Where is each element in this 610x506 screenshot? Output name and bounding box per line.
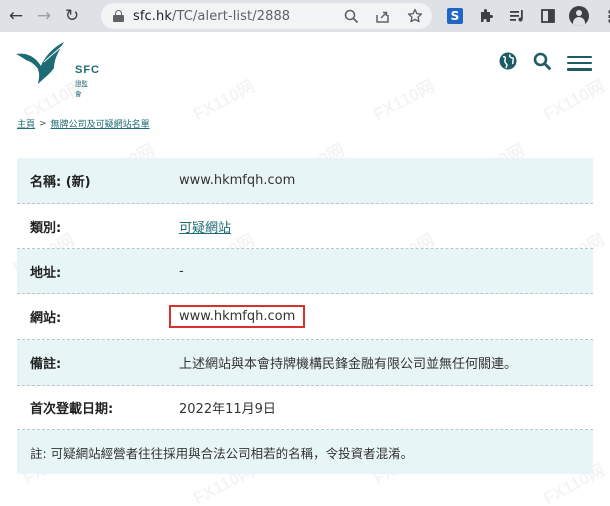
profile-avatar[interactable] <box>568 5 590 27</box>
breadcrumb-home-link[interactable]: 主頁 <box>17 117 35 130</box>
row-label: 名稱: (新) <box>30 175 91 190</box>
table-row-website: 網站: www.hkmfqh.com <box>17 294 593 340</box>
sfc-bird-logo-icon <box>16 42 64 84</box>
media-queue-icon[interactable] <box>506 5 528 27</box>
lock-icon[interactable] <box>113 10 124 22</box>
zoom-icon[interactable] <box>342 6 360 26</box>
breadcrumb-separator: > <box>39 118 47 129</box>
language-globe-icon[interactable] <box>499 52 517 74</box>
url-text[interactable]: sfc.hk/TC/alert-list/2888 <box>133 9 290 24</box>
row-value: 2022年11月9日 <box>179 402 276 417</box>
address-bar[interactable]: sfc.hk/TC/alert-list/2888 <box>101 3 432 29</box>
row-label: 首次登載日期: <box>30 402 114 417</box>
sfc-logo[interactable]: SFC 證監會 <box>14 40 99 98</box>
highlighted-website: www.hkmfqh.com <box>169 305 306 328</box>
row-label: 類別: <box>30 220 62 236</box>
url-host: sfc.hk <box>133 8 172 24</box>
table-row-first-published: 首次登載日期: 2022年11月9日 <box>17 386 593 430</box>
share-icon[interactable] <box>374 6 392 26</box>
table-row-category: 類別: 可疑網站 <box>17 204 593 249</box>
table-row-name: 名稱: (新) www.hkmfqh.com <box>17 158 593 204</box>
url-path: /TC/alert-list/2888 <box>172 8 291 24</box>
site-header: SFC 證監會 <box>0 32 610 98</box>
reload-button[interactable]: ↻ <box>60 4 84 28</box>
row-value: www.hkmfqh.com <box>179 173 296 188</box>
browser-toolbar: ← → ↻ sfc.hk/TC/alert-list/2888 S ⋮ <box>0 0 610 32</box>
browser-menu-icon[interactable]: ⋮ <box>599 5 610 27</box>
table-row-remarks: 備註: 上述網站與本會持牌機構民鋒金融有限公司並無任何關連。 <box>17 340 593 386</box>
breadcrumb-current-link[interactable]: 無牌公司及可疑網站名單 <box>51 117 150 130</box>
alert-details-table: 名稱: (新) www.hkmfqh.com 類別: 可疑網站 地址: - 網站… <box>17 158 593 474</box>
table-row-address: 地址: - <box>17 249 593 294</box>
search-icon[interactable] <box>533 52 551 74</box>
row-label: 備註: <box>30 357 62 372</box>
hamburger-menu-icon[interactable] <box>567 55 592 71</box>
row-value: 上述網站與本會持牌機構民鋒金融有限公司並無任何關連。 <box>179 357 518 372</box>
back-button[interactable]: ← <box>4 4 28 28</box>
extension-s-icon[interactable]: S <box>444 5 466 27</box>
logo-abbr: SFC <box>75 64 100 76</box>
forward-button[interactable]: → <box>32 4 56 28</box>
row-value: - <box>179 263 184 279</box>
row-label: 地址: <box>30 265 62 281</box>
category-link[interactable]: 可疑網站 <box>179 221 231 236</box>
disclaimer-note: 註: 可疑網站經營者往往採用與合法公司相若的名稱，令投資者混淆。 <box>17 430 593 474</box>
extensions-puzzle-icon[interactable] <box>475 5 497 27</box>
logo-chinese: 證監會 <box>75 80 88 98</box>
side-panel-icon[interactable] <box>537 5 559 27</box>
row-label: 網站: <box>30 311 62 326</box>
breadcrumb: 主頁 > 無牌公司及可疑網站名單 <box>17 117 150 131</box>
bookmark-star-icon[interactable] <box>406 6 424 26</box>
